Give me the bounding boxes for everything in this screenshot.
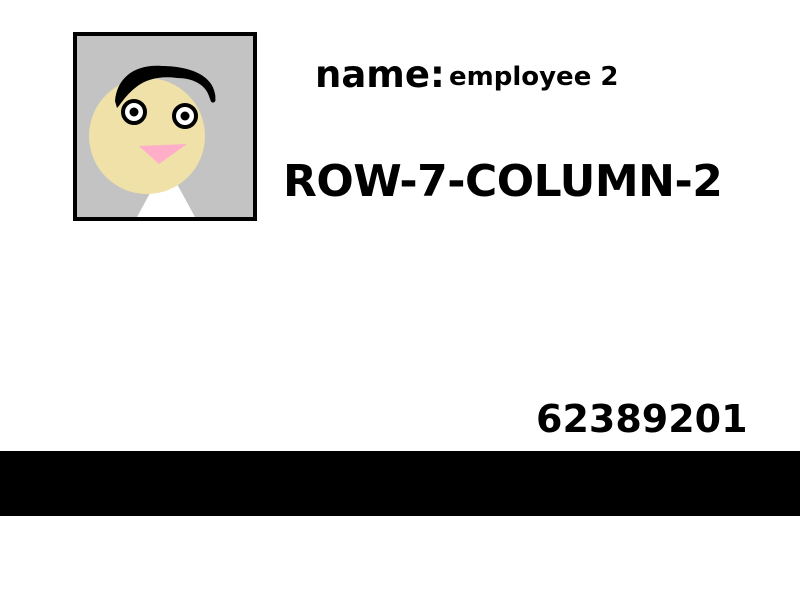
right-pupil-shape [180, 111, 190, 121]
location-code: ROW-7-COLUMN-2 [283, 156, 723, 207]
badge-number: 62389201 [536, 397, 748, 441]
employee-photo [73, 32, 257, 221]
name-label: name: [315, 53, 445, 96]
left-pupil-shape [129, 107, 139, 117]
magnetic-stripe [0, 451, 800, 516]
employee-name: employee 2 [449, 62, 619, 92]
employee-portrait-icon [89, 65, 216, 217]
face-shape [89, 78, 205, 194]
